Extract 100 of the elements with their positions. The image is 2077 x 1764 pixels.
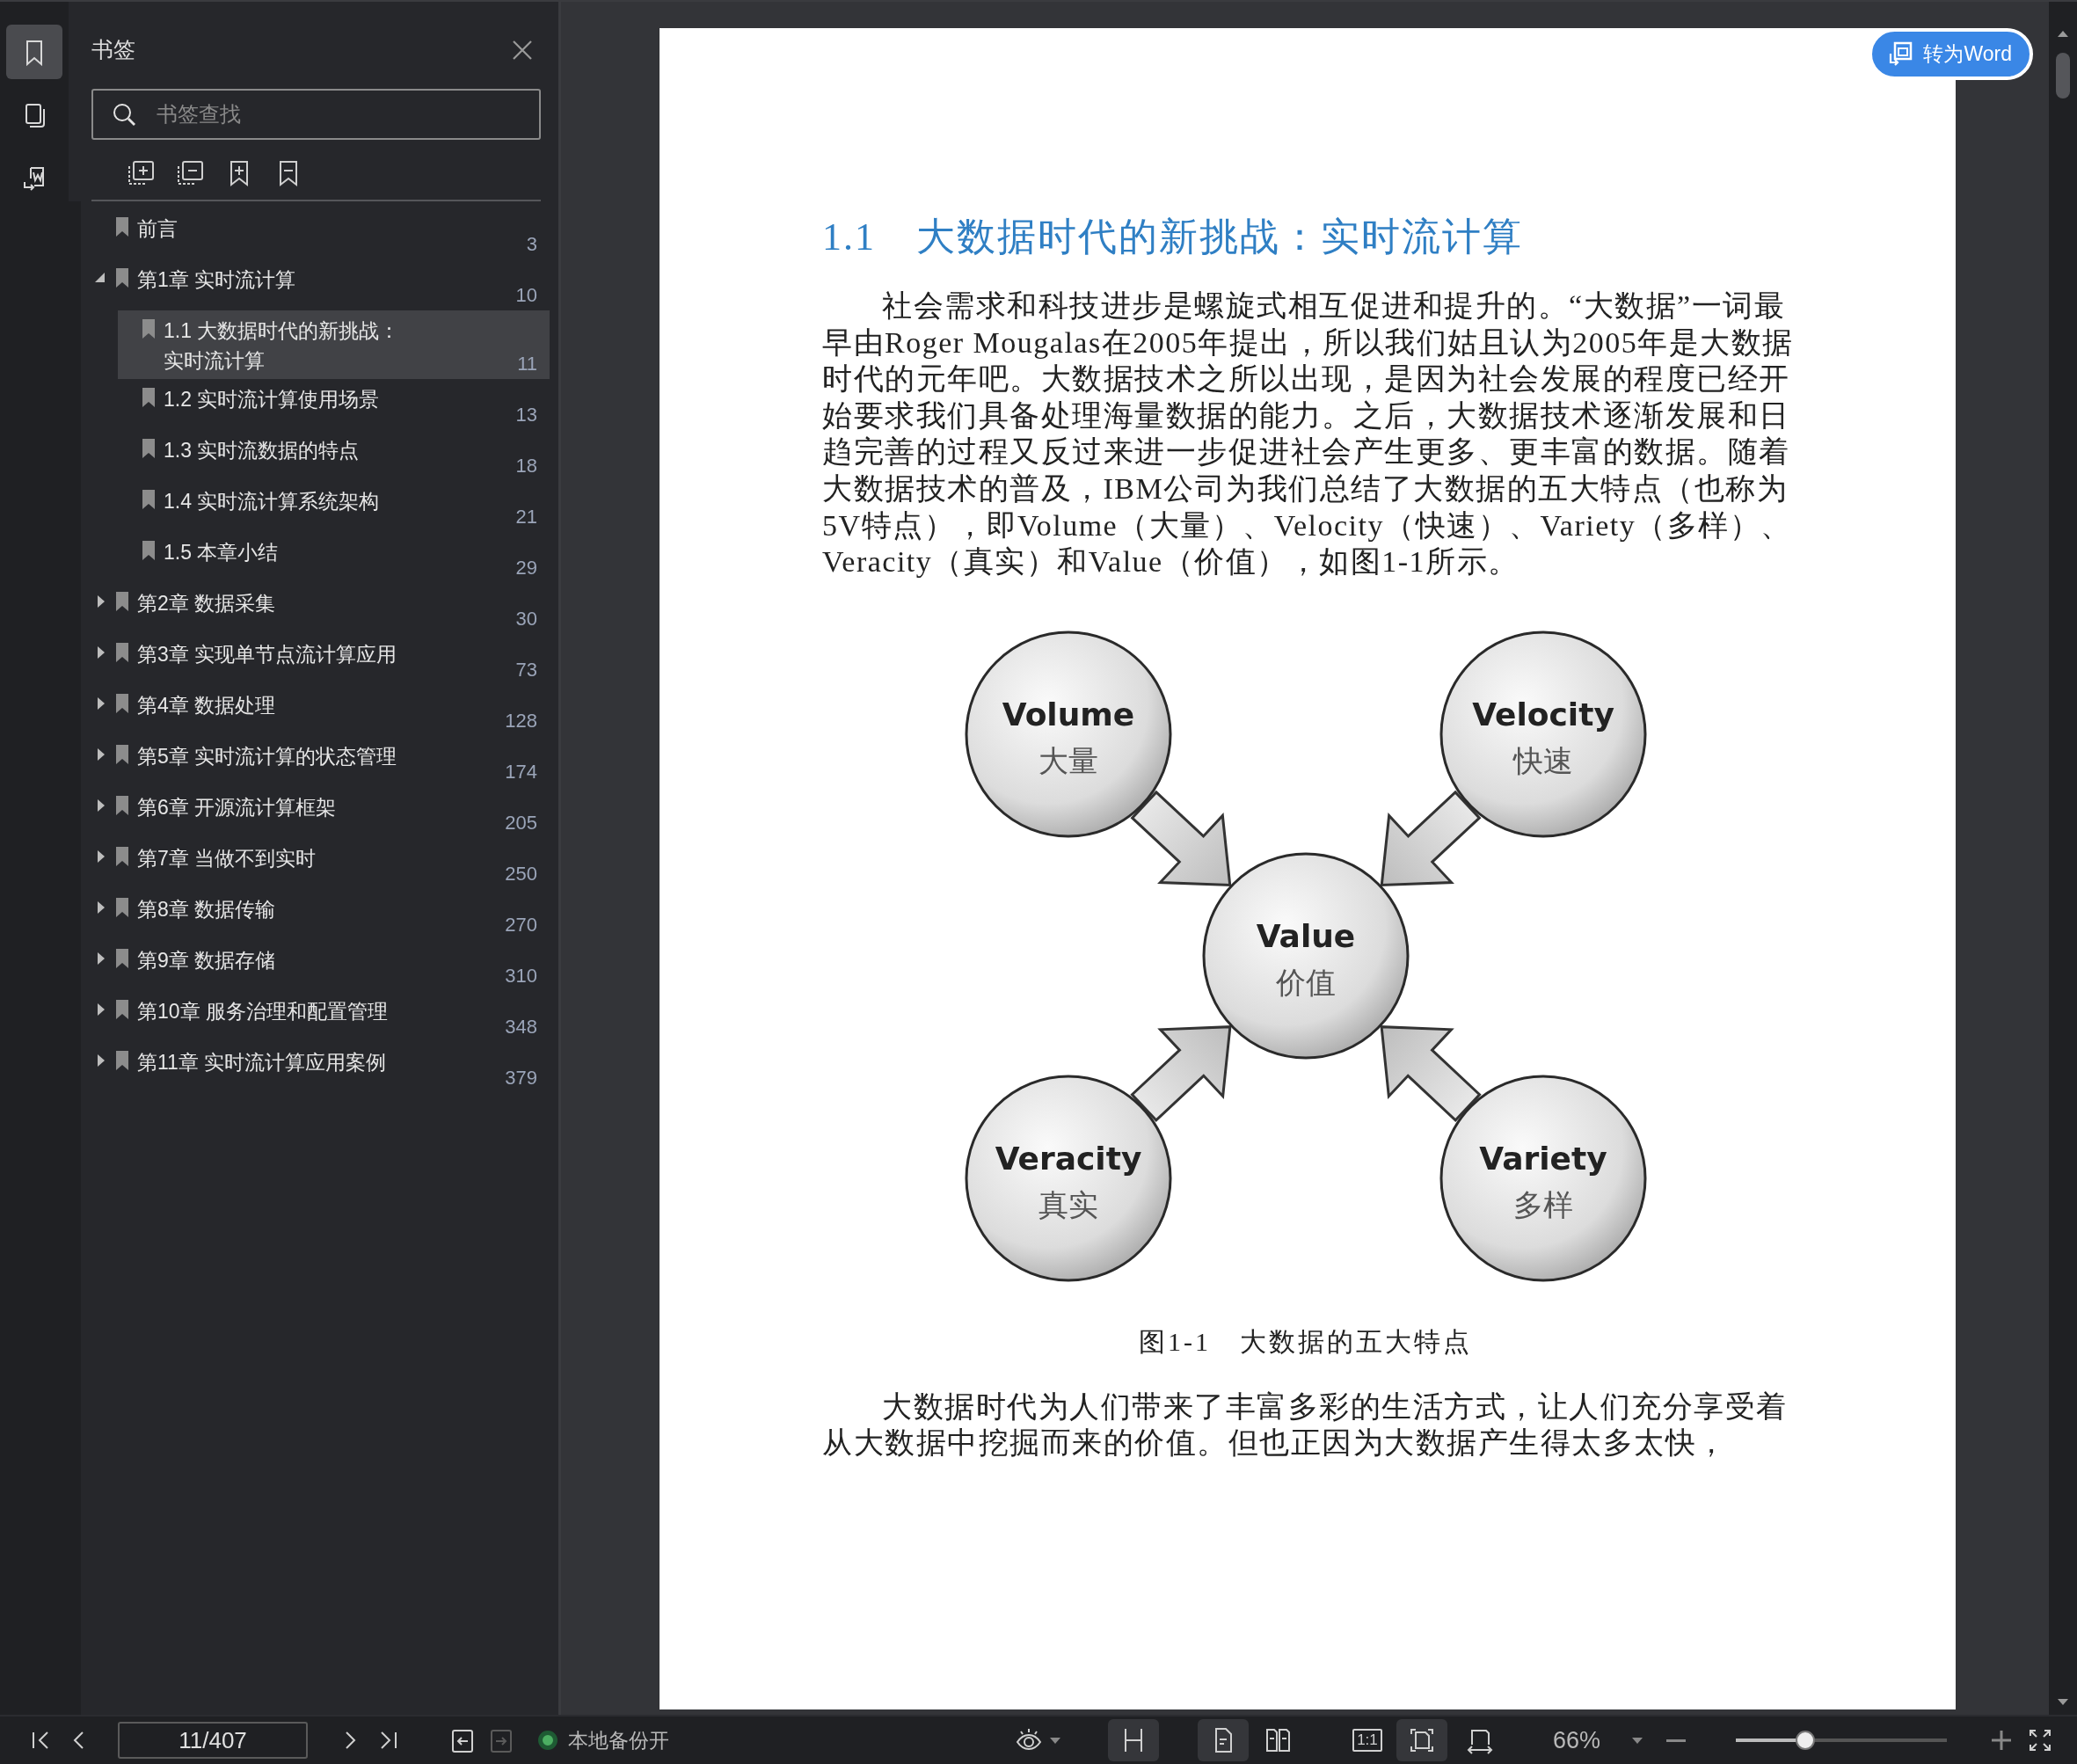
bookmark-item[interactable]: 前言 3: [91, 208, 550, 259]
bookmark-item[interactable]: 第4章 数据处理 128: [91, 685, 550, 736]
diagram-label: Veracity: [995, 1140, 1141, 1177]
panel-title: 书签: [91, 36, 135, 63]
bookmark-icon: [114, 266, 130, 289]
bookmark-label: 1.4 实时流计算系统架构: [164, 489, 381, 514]
page-number: 379: [504, 1067, 537, 1090]
page-number: 3: [525, 233, 537, 256]
diagram-label: Value: [1256, 917, 1355, 954]
bookmark-icon: [114, 794, 130, 817]
single-page-button[interactable]: [1197, 1719, 1249, 1761]
bookmark-item[interactable]: 第7章 当做不到实时 250: [91, 838, 550, 889]
bookmark-label: 1.5 本章小结: [164, 540, 280, 565]
bookmark-icon: [141, 539, 157, 562]
bookmark-icon: [141, 317, 157, 340]
diagram-sublabel: 大量: [1038, 744, 1098, 777]
page-field[interactable]: 11/407: [118, 1722, 308, 1759]
section-heading: 1.1 大数据时代的新挑战：实时流计算: [822, 215, 1524, 260]
actual-size-button[interactable]: 1:1: [1341, 1719, 1393, 1761]
page-number: 73: [514, 659, 537, 682]
bookmark-icon: [114, 998, 130, 1021]
bookmark-item[interactable]: 第9章 数据存储 310: [91, 940, 550, 991]
bookmark-label: 1.1 大数据时代的新挑战：实时流计算: [164, 318, 401, 374]
caret-icon: [1632, 1737, 1643, 1744]
bookmark-label: 第1章 实时流计算: [137, 267, 297, 293]
collapse-all-icon: [176, 159, 204, 187]
bookmark-icon: [114, 215, 130, 238]
bookmark-item[interactable]: 第11章 实时流计算应用案例 379: [91, 1042, 550, 1093]
forward-icon: [488, 1727, 514, 1753]
bookmark-item[interactable]: 1.5 本章小结 29: [118, 532, 550, 583]
slider-thumb[interactable]: [1796, 1731, 1816, 1750]
bookmark-item[interactable]: 第1章 实时流计算 10: [91, 259, 550, 310]
bookmark-label: 第4章 数据处理: [137, 693, 277, 718]
expand-all-button[interactable]: [127, 159, 155, 187]
page-number: 174: [504, 761, 537, 784]
caret-icon: [1049, 1737, 1060, 1744]
bookmark-label: 第3章 实现单节点流计算应用: [137, 642, 398, 667]
zoom-value[interactable]: 66%: [1552, 1726, 1600, 1754]
minus-icon: [1666, 1738, 1686, 1742]
page-number: 10: [514, 284, 537, 307]
bookmark-label: 第8章 数据传输: [137, 897, 277, 922]
page-number: 128: [504, 710, 537, 733]
bookmark-label: 第7章 当做不到实时: [137, 846, 317, 871]
figure-caption: 图1-1 大数据的五大特点: [1138, 1325, 1473, 1358]
bookmark-item[interactable]: 1.3 实时流数据的特点 18: [118, 430, 550, 481]
bookmark-item[interactable]: 第8章 数据传输 270: [91, 889, 550, 940]
fullscreen-icon: [2027, 1727, 2053, 1753]
page-number: 270: [504, 914, 537, 937]
search-field[interactable]: 书签查找: [91, 89, 541, 140]
diagram-sublabel: 真实: [1038, 1188, 1098, 1221]
page-number: 21: [514, 506, 537, 528]
page-number: 13: [514, 404, 537, 426]
bookmark-item[interactable]: 1.4 实时流计算系统架构 21: [118, 481, 550, 532]
bookmark-label: 1.2 实时流计算使用场景: [164, 387, 381, 412]
bookmark-item[interactable]: 第3章 实现单节点流计算应用 73: [91, 634, 550, 685]
bookmark-icon: [114, 1049, 130, 1072]
bookmark-label: 第2章 数据采集: [137, 591, 277, 616]
bookmark-icon: [114, 641, 130, 664]
bookmark-item[interactable]: 第6章 开源流计算框架 205: [91, 787, 550, 838]
diagram-sublabel: 快速: [1512, 744, 1573, 777]
diagram-sublabel: 多样: [1512, 1188, 1573, 1221]
bookmark-icon: [114, 590, 130, 613]
bookmark-item[interactable]: 1.1 大数据时代的新挑战：实时流计算 11: [118, 310, 550, 379]
page-number: 30: [514, 608, 537, 631]
bookmark-label: 1.3 实时流数据的特点: [164, 438, 361, 463]
scrollbar-thumb[interactable]: [2056, 53, 2070, 98]
page-number: 205: [504, 812, 537, 835]
diagram-label: Volume: [1002, 696, 1134, 733]
body-paragraph: 大数据时代为人们带来了丰富多彩的生活方式，让人们充分享受着从大数据中挖掘而来的价值。但也正因为大数据产生得太多太快，: [822, 1389, 1789, 1461]
page-number: 29: [514, 557, 537, 579]
diagram-sublabel: 价值: [1275, 966, 1336, 999]
bookmark-item[interactable]: 1.2 实时流计算使用场景 13: [118, 379, 550, 430]
bookmark-label: 第6章 开源流计算框架: [137, 795, 338, 820]
diagram-label: Velocity: [1471, 696, 1614, 733]
bookmark-item[interactable]: 第10章 服务治理和配置管理 348: [91, 991, 550, 1042]
bookmark-icon: [141, 437, 157, 460]
search-icon: [111, 101, 137, 128]
bookmark-icon: [114, 947, 130, 970]
bookmark-item[interactable]: 第5章 实时流计算的状态管理 174: [91, 736, 550, 787]
bookmark-icon: [114, 692, 130, 715]
page-number: 250: [504, 863, 537, 886]
continuous-button[interactable]: [1107, 1719, 1159, 1761]
expand-all-icon: [127, 159, 155, 187]
bookmark-item[interactable]: 第2章 数据采集 30: [91, 583, 550, 634]
bookmark-icon: [141, 488, 157, 511]
diagram-label: Variety: [1478, 1140, 1607, 1177]
bookmark-icon: [114, 743, 130, 766]
bookmark-icon: [141, 386, 157, 409]
bookmark-icon: [114, 896, 130, 919]
bookmark-label: 第10章 服务治理和配置管理: [137, 999, 389, 1024]
bookmark-label: 第11章 实时流计算应用案例: [137, 1050, 388, 1075]
backup-status[interactable]: 本地备份开: [568, 1726, 669, 1754]
page-number: 310: [504, 965, 537, 988]
bookmark-label: 第5章 实时流计算的状态管理: [137, 744, 398, 769]
sidebar-tab[interactable]: [6, 25, 62, 79]
bookmark-label: 前言: [137, 216, 179, 242]
page-number: 348: [504, 1016, 537, 1039]
fit-page-button[interactable]: [1396, 1719, 1447, 1761]
page-number: 18: [514, 455, 537, 477]
collapse-all-button[interactable]: [176, 159, 204, 187]
